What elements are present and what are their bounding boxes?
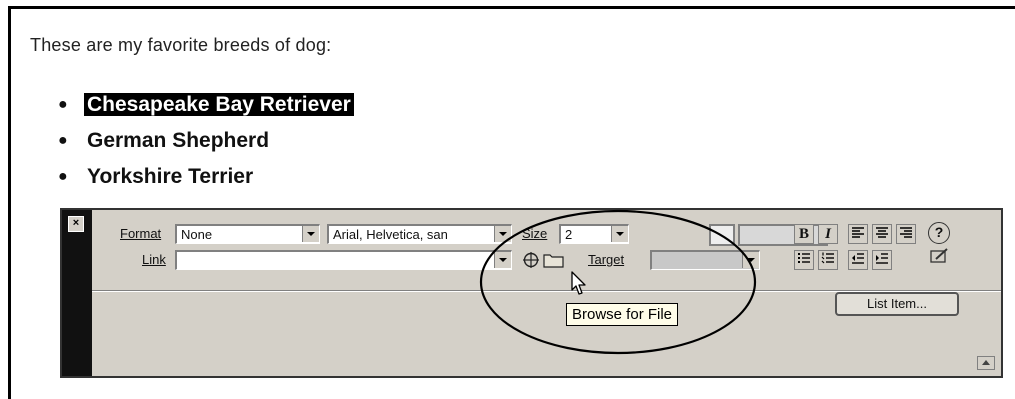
- target-select[interactable]: [650, 250, 760, 270]
- chevron-down-icon[interactable]: [611, 226, 628, 242]
- chevron-down-icon[interactable]: [494, 226, 511, 242]
- list-item-text[interactable]: German Shepherd: [84, 129, 272, 152]
- intro-text: These are my favorite breeds of dog:: [30, 35, 332, 55]
- format-label: Format: [120, 226, 161, 241]
- chevron-down-icon[interactable]: [494, 252, 511, 268]
- color-input[interactable]: [738, 224, 828, 246]
- tooltip: Browse for File: [566, 303, 679, 326]
- property-inspector: × Format None Arial, Helvetica, san Size…: [60, 208, 1003, 378]
- chevron-down-icon[interactable]: [302, 226, 319, 242]
- edit-icon[interactable]: [930, 248, 950, 264]
- bullet-icon: ●: [58, 132, 68, 150]
- close-icon[interactable]: ×: [68, 216, 84, 232]
- list-item[interactable]: ● Chesapeake Bay Retriever: [58, 90, 354, 126]
- list-item[interactable]: ● German Shepherd: [58, 126, 354, 162]
- list-item-text[interactable]: Yorkshire Terrier: [84, 165, 256, 188]
- indent-icon[interactable]: [872, 250, 892, 270]
- bullet-icon: ●: [58, 96, 68, 114]
- link-label: Link: [142, 252, 166, 267]
- font-select[interactable]: Arial, Helvetica, san: [327, 224, 512, 244]
- folder-icon[interactable]: [543, 251, 565, 269]
- align-center-icon[interactable]: [872, 224, 892, 244]
- link-label-text: Link: [142, 252, 166, 267]
- format-select[interactable]: None: [175, 224, 320, 244]
- point-to-file-icon[interactable]: [522, 251, 540, 269]
- italic-button[interactable]: I: [818, 224, 838, 244]
- format-label-text: Format: [120, 226, 162, 241]
- align-left-icon[interactable]: [848, 224, 868, 244]
- inspector-grip[interactable]: ×: [62, 210, 92, 376]
- cursor-icon: [571, 271, 586, 295]
- size-value: 2: [565, 227, 573, 242]
- format-value: None: [181, 227, 213, 242]
- target-label-text: Target: [588, 252, 625, 267]
- link-input[interactable]: [175, 250, 512, 270]
- bold-button[interactable]: B: [794, 224, 814, 244]
- unordered-list-icon[interactable]: [794, 250, 814, 270]
- list-item-button[interactable]: List Item...: [835, 292, 959, 316]
- chevron-down-icon[interactable]: [742, 252, 759, 268]
- list-item-text[interactable]: Chesapeake Bay Retriever: [84, 93, 354, 116]
- outdent-icon[interactable]: [848, 250, 868, 270]
- ordered-list-icon[interactable]: [818, 250, 838, 270]
- help-icon[interactable]: ?: [928, 222, 950, 244]
- target-label: Target: [588, 252, 624, 267]
- size-label: Size: [522, 226, 547, 241]
- list-item[interactable]: ● Yorkshire Terrier: [58, 162, 354, 198]
- align-right-icon[interactable]: [896, 224, 916, 244]
- size-label-text: Size: [522, 226, 548, 241]
- breed-list: ● Chesapeake Bay Retriever ● German Shephe…: [58, 90, 354, 198]
- size-select[interactable]: 2: [559, 224, 629, 244]
- bullet-icon: ●: [58, 168, 68, 186]
- color-picker-button[interactable]: [709, 224, 735, 246]
- font-value: Arial, Helvetica, san: [333, 227, 448, 242]
- expand-arrow-icon[interactable]: [977, 356, 995, 370]
